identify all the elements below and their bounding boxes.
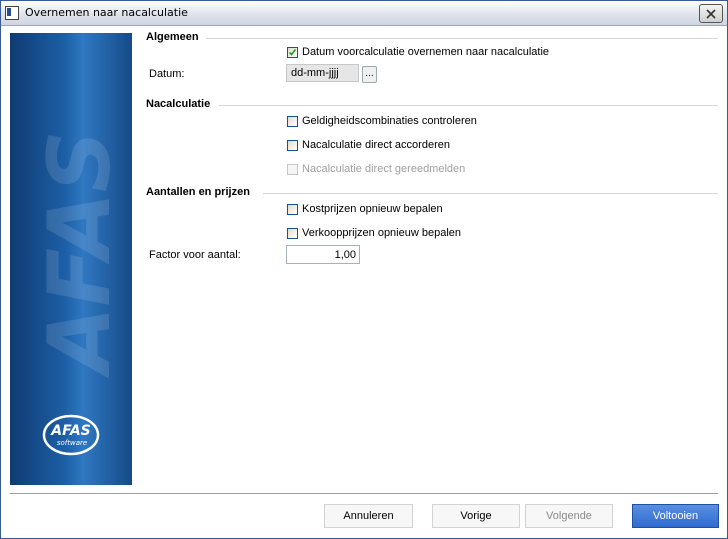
- factor-input[interactable]: 1,00: [286, 245, 360, 264]
- close-button[interactable]: [699, 4, 723, 23]
- svg-text:AFAS: AFAS: [50, 423, 91, 439]
- section-title-nacalculatie: Nacalculatie: [146, 98, 211, 110]
- next-button[interactable]: Volgende: [525, 504, 613, 528]
- sales-prices-row[interactable]: Verkoopprijzen opnieuw bepalen: [287, 226, 461, 240]
- footer-divider: [10, 493, 718, 494]
- date-label: Datum:: [149, 68, 185, 80]
- cancel-button[interactable]: Annuleren: [324, 504, 413, 528]
- sidebar-banner: AFAS AFAS software: [10, 33, 132, 485]
- section-title-aantallen: Aantallen en prijzen: [146, 186, 250, 198]
- copy-date-checkbox-row[interactable]: Datum voorcalculatie overnemen naar naca…: [287, 45, 549, 59]
- check-validity-row[interactable]: Geldigheidscombinaties controleren: [287, 114, 477, 128]
- approve-direct-label: Nacalculatie direct accorderen: [302, 139, 450, 151]
- check-validity-checkbox[interactable]: [287, 115, 298, 127]
- afas-logo: AFAS software: [42, 414, 100, 456]
- cost-prices-label: Kostprijzen opnieuw bepalen: [302, 203, 443, 215]
- report-ready-row: Nacalculatie direct gereedmelden: [287, 162, 465, 176]
- report-ready-label: Nacalculatie direct gereedmelden: [302, 163, 466, 175]
- sales-prices-checkbox[interactable]: [287, 227, 298, 239]
- report-ready-checkbox: [287, 163, 298, 175]
- close-icon: [706, 8, 716, 19]
- section-divider: [263, 193, 718, 194]
- window-title: Overnemen naar nacalculatie: [25, 6, 188, 19]
- copy-date-checkbox[interactable]: [287, 46, 298, 58]
- dialog-window: Overnemen naar nacalculatie AFAS AFAS so…: [0, 0, 728, 539]
- cost-prices-checkbox[interactable]: [287, 203, 298, 215]
- factor-label: Factor voor aantal:: [149, 249, 241, 261]
- cost-prices-row[interactable]: Kostprijzen opnieuw bepalen: [287, 202, 443, 216]
- check-validity-label: Geldigheidscombinaties controleren: [302, 115, 477, 127]
- section-divider: [219, 105, 718, 106]
- previous-button[interactable]: Vorige: [432, 504, 520, 528]
- title-bar[interactable]: Overnemen naar nacalculatie: [1, 1, 727, 26]
- approve-direct-row[interactable]: Nacalculatie direct accorderen: [287, 138, 450, 152]
- checkmark-icon: [288, 48, 297, 56]
- app-icon: [5, 6, 19, 20]
- date-picker-button[interactable]: ...: [362, 66, 377, 83]
- svg-text:software: software: [57, 439, 87, 447]
- section-divider: [206, 38, 718, 39]
- approve-direct-checkbox[interactable]: [287, 139, 298, 151]
- sales-prices-label: Verkoopprijzen opnieuw bepalen: [302, 227, 462, 239]
- finish-button[interactable]: Voltooien: [632, 504, 719, 528]
- copy-date-label: Datum voorcalculatie overnemen naar naca…: [302, 46, 550, 58]
- date-field[interactable]: dd-mm-jjjj: [286, 64, 359, 82]
- banner-watermark: AFAS: [30, 130, 130, 373]
- section-title-algemeen: Algemeen: [146, 31, 199, 43]
- dialog-body: AFAS AFAS software Algemeen Datum voorca…: [1, 26, 727, 538]
